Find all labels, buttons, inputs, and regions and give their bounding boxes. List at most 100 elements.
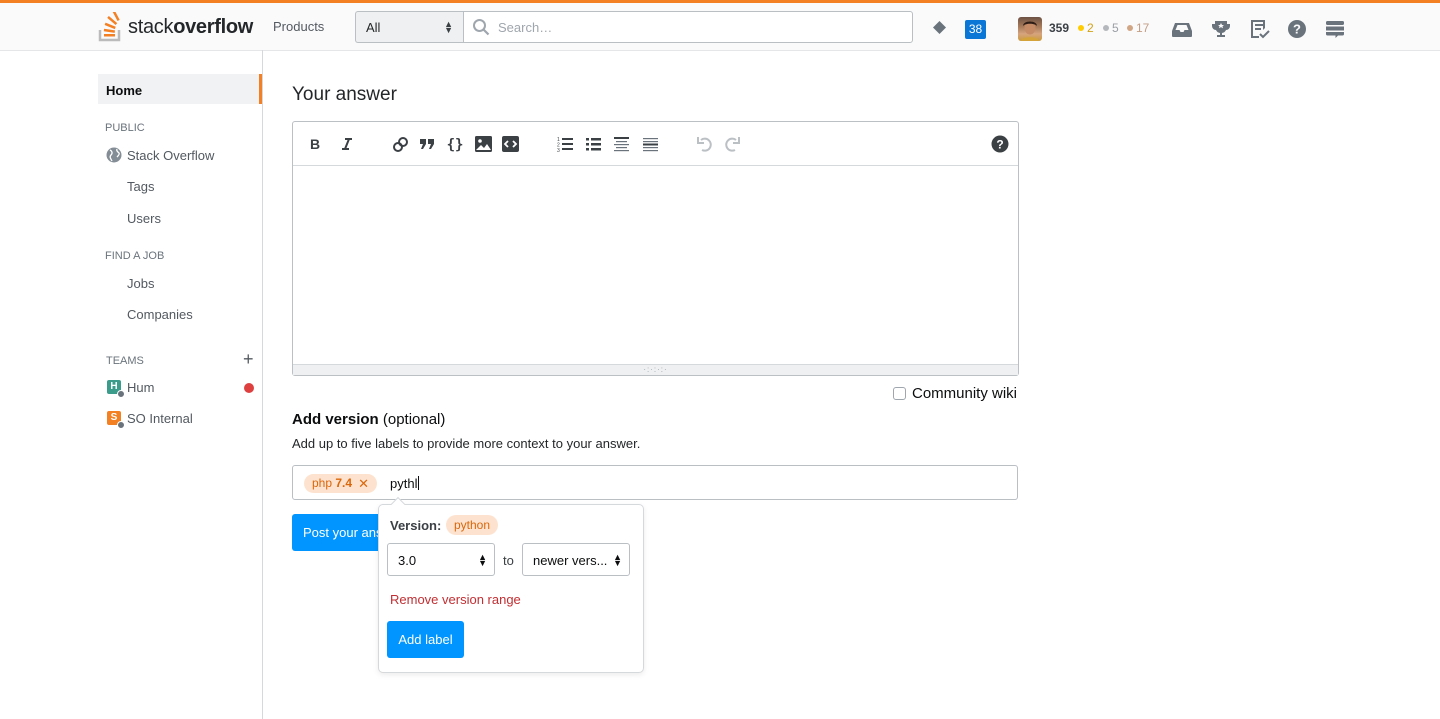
remove-label-icon[interactable]: ✕ bbox=[358, 474, 369, 493]
sidebar-heading-teams: TEAMS bbox=[106, 355, 144, 367]
community-wiki-checkbox[interactable]: Community wiki bbox=[893, 385, 1017, 402]
sidebar-item-companies[interactable]: Companies bbox=[127, 307, 193, 322]
select-arrows-icon: ▲ ▼ bbox=[478, 552, 487, 568]
review-queue-icon[interactable] bbox=[1248, 18, 1270, 40]
add-version-optional: (optional) bbox=[378, 411, 446, 428]
redo-button[interactable] bbox=[723, 135, 741, 153]
bronze-badge-icon bbox=[1127, 25, 1133, 31]
add-version-description: Add up to five labels to provide more co… bbox=[292, 436, 641, 451]
horizontal-rule-button[interactable] bbox=[641, 135, 659, 153]
version-tag: python bbox=[446, 515, 499, 535]
quote-icon bbox=[420, 139, 434, 149]
sidebar-heading-public: PUBLIC bbox=[105, 122, 145, 134]
bold-button[interactable]: B bbox=[306, 135, 324, 153]
blockquote-button[interactable] bbox=[418, 135, 436, 153]
svg-text:B: B bbox=[310, 137, 320, 151]
search-scope-value: All bbox=[366, 20, 381, 35]
sidebar-team-so-internal[interactable]: SO Internal bbox=[127, 411, 193, 426]
checkbox[interactable] bbox=[893, 387, 906, 400]
horizontal-rule-icon bbox=[642, 138, 658, 152]
image-button[interactable] bbox=[474, 135, 492, 153]
version-label-chip: php 7.4 ✕ bbox=[304, 474, 377, 493]
sidebar-item-tags[interactable]: Tags bbox=[127, 179, 154, 194]
label-version: 7.4 bbox=[335, 476, 353, 490]
answer-editor: B {} 123 ? ·:·:·:· bbox=[292, 121, 1019, 376]
add-version-title: Add version bbox=[292, 411, 379, 428]
heading-icon bbox=[613, 137, 629, 152]
stackoverflow-logo-icon bbox=[98, 12, 121, 42]
bronze-badges: 17 bbox=[1127, 21, 1149, 35]
trophy-icon[interactable] bbox=[1210, 18, 1232, 40]
top-bar: stackoverflow Products All ▲▼ 38 359 2 5… bbox=[0, 0, 1440, 50]
inbox-badge[interactable]: 38 bbox=[965, 20, 986, 39]
ordered-list-icon: 123 bbox=[557, 137, 573, 152]
editor-toolbar: B {} 123 ? bbox=[293, 122, 1018, 166]
bold-icon: B bbox=[310, 137, 320, 151]
team-hum-icon: H bbox=[107, 380, 125, 398]
gold-badge-icon bbox=[1078, 25, 1084, 31]
team-so-internal-icon: S bbox=[107, 411, 125, 429]
unordered-list-button[interactable] bbox=[584, 135, 602, 153]
select-arrows-icon: ▲ ▼ bbox=[613, 552, 622, 568]
add-version-heading: Add version (optional) bbox=[292, 411, 445, 428]
lock-icon bbox=[117, 390, 125, 398]
svg-text:?: ? bbox=[996, 138, 1003, 152]
link-icon bbox=[392, 136, 408, 152]
svg-text:{}: {} bbox=[447, 137, 464, 152]
notification-dot bbox=[244, 383, 254, 393]
sidebar-item-users[interactable]: Users bbox=[127, 211, 161, 226]
search-input[interactable] bbox=[496, 18, 896, 36]
left-sidebar: Home PUBLIC Stack Overflow Tags Users FI… bbox=[0, 50, 263, 719]
sidebar-team-hum[interactable]: Hum bbox=[127, 380, 154, 395]
stackexchange-icon[interactable] bbox=[1324, 18, 1346, 40]
editor-help-button[interactable]: ? bbox=[991, 135, 1009, 153]
undo-button[interactable] bbox=[695, 135, 713, 153]
diamond-icon[interactable] bbox=[933, 21, 946, 34]
italic-button[interactable] bbox=[338, 135, 356, 153]
heading-button[interactable] bbox=[612, 135, 630, 153]
gold-count: 2 bbox=[1087, 21, 1094, 35]
to-version-select[interactable]: newer vers... ▲ ▼ bbox=[522, 543, 630, 576]
sidebar-item-stack-overflow[interactable]: Stack Overflow bbox=[106, 147, 214, 163]
code-button[interactable]: {} bbox=[446, 135, 464, 153]
range-to-label: to bbox=[503, 553, 514, 568]
silver-badges: 5 bbox=[1103, 21, 1119, 35]
select-arrows-icon: ▲ ▼ bbox=[444, 19, 453, 35]
undo-icon bbox=[696, 137, 712, 152]
community-wiki-label: Community wiki bbox=[912, 385, 1018, 402]
label-typed-text[interactable]: pythl bbox=[390, 476, 419, 491]
from-version-select[interactable]: 3.0 ▲ ▼ bbox=[387, 543, 495, 576]
sidebar-item-label: Stack Overflow bbox=[127, 147, 215, 163]
avatar[interactable] bbox=[1018, 17, 1042, 41]
reputation[interactable]: 359 bbox=[1049, 21, 1069, 35]
svg-text:?: ? bbox=[1293, 22, 1301, 37]
add-team-button[interactable]: + bbox=[243, 350, 254, 368]
sidebar-item-jobs[interactable]: Jobs bbox=[127, 276, 154, 291]
products-menu[interactable]: Products bbox=[273, 19, 324, 34]
add-label-button[interactable]: Add label bbox=[387, 621, 464, 658]
remove-version-range-link[interactable]: Remove version range bbox=[390, 592, 521, 607]
sidebar-item-home[interactable]: Home bbox=[98, 74, 262, 104]
team-initial: H bbox=[110, 381, 118, 392]
inbox-icon[interactable] bbox=[1171, 18, 1193, 40]
search-icon bbox=[473, 19, 490, 36]
snippet-button[interactable] bbox=[501, 135, 519, 153]
logo-text-light: stack bbox=[128, 15, 174, 38]
snippet-icon bbox=[501, 136, 519, 152]
help-icon[interactable]: ? bbox=[1286, 18, 1308, 40]
page-title: Your answer bbox=[292, 84, 397, 105]
from-version-value: 3.0 bbox=[398, 553, 417, 568]
ordered-list-button[interactable]: 123 bbox=[556, 135, 574, 153]
sidebar-heading-jobs: FIND A JOB bbox=[105, 250, 165, 262]
answer-textarea[interactable] bbox=[293, 166, 1018, 364]
image-icon bbox=[474, 136, 492, 152]
link-button[interactable] bbox=[391, 135, 409, 153]
stackoverflow-logo[interactable]: stackoverflow bbox=[98, 10, 253, 44]
version-label-input[interactable]: php 7.4 ✕ pythl bbox=[292, 465, 1018, 500]
version-label: Version: bbox=[390, 518, 442, 533]
silver-count: 5 bbox=[1112, 21, 1119, 35]
italic-icon bbox=[342, 138, 352, 150]
editor-resize-handle[interactable]: ·:·:·:· bbox=[293, 364, 1018, 375]
search-scope-select[interactable]: All ▲ ▼ bbox=[355, 11, 463, 43]
globe-icon bbox=[106, 147, 122, 163]
